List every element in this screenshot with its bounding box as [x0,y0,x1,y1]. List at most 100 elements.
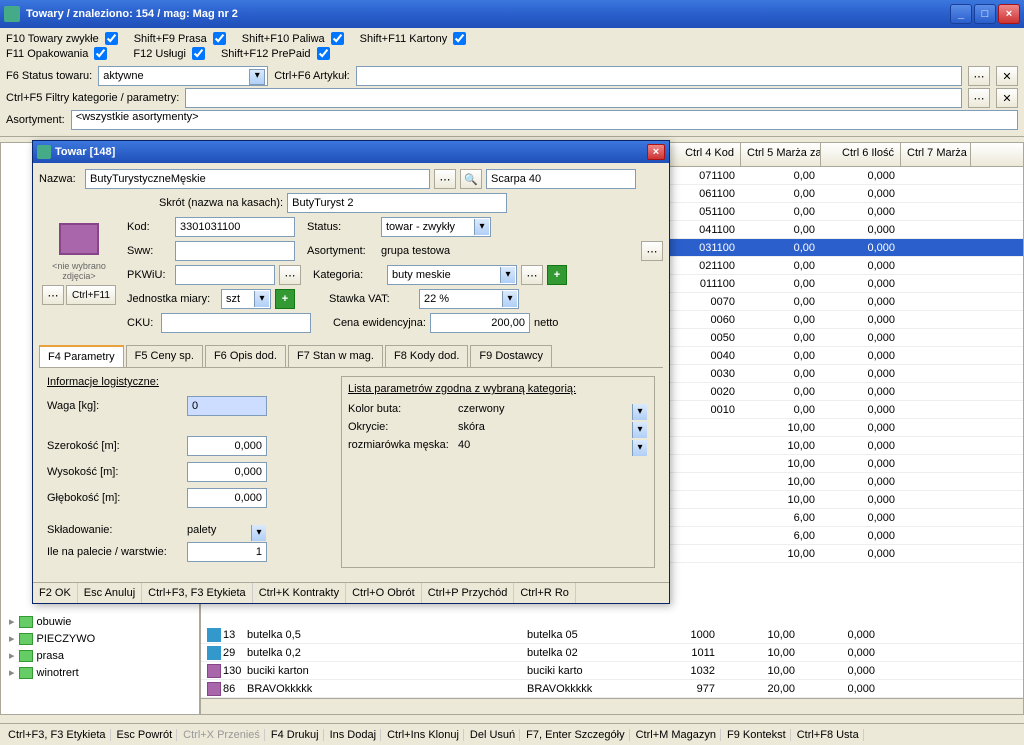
sb2[interactable]: Esc Powrót [113,729,178,741]
tree-item[interactable]: ▸prasa [1,647,199,664]
grid-row[interactable]: 130buciki kartonbuciki karto103210,000,0… [201,662,1023,680]
chk-shf11[interactable] [453,32,466,45]
tab-f6[interactable]: F6 Opis dod. [205,345,286,367]
modal-titlebar[interactable]: Towar [148] × [33,141,669,163]
lbl-status: Status: [307,221,377,233]
product-icon [59,223,99,255]
chk-shf12[interactable] [317,47,330,60]
sb8[interactable]: F7, Enter Szczegóły [522,729,629,741]
hdr-marza[interactable]: Ctrl 5 Marża zał. [741,143,821,166]
lbl-cena: Cena ewidencyjna: [333,317,426,329]
toolbar: F10 Towary zwykłe Shift+F9 Prasa Shift+F… [0,28,1024,137]
combo-sklad[interactable]: palety [187,524,267,536]
btn-kat-add[interactable]: + [547,265,567,285]
grid-row[interactable]: 13butelka 0,5butelka 05100010,000,000 [201,626,1023,644]
sb4[interactable]: F4 Drukuj [267,729,324,741]
btn-clear2[interactable]: ✕ [996,88,1018,108]
btn-asort-more[interactable]: ⋯ [641,241,663,261]
chk-shf9[interactable] [213,32,226,45]
input-szer[interactable] [187,436,267,456]
mf-ctrlf3[interactable]: Ctrl+F3, F3 Etykieta [142,583,253,603]
tree-item[interactable]: ▸obuwie [1,613,199,630]
chk-shf10[interactable] [331,32,344,45]
btn-kat-more[interactable]: ⋯ [521,265,543,285]
mf-ctrlo[interactable]: Ctrl+O Obrót [346,583,422,603]
sb7[interactable]: Del Usuń [466,729,520,741]
btn-clear[interactable]: ✕ [996,66,1018,86]
tab-f4[interactable]: F4 Parametry [39,345,124,367]
input-nazwa2[interactable] [486,169,636,189]
lbl-nazwa: Nazwa: [39,173,81,185]
hdr-marza2[interactable]: Ctrl 7 Marża [901,143,971,166]
sb1[interactable]: Ctrl+F3, F3 Etykieta [4,729,111,741]
mf-ctrlp[interactable]: Ctrl+P Przychód [422,583,515,603]
tab-f9[interactable]: F9 Dostawcy [470,345,552,367]
combo-statusT[interactable]: towar - zwykły [381,217,491,237]
main-titlebar: Towary / znaleziono: 154 / mag: Mag nr 2… [0,0,1024,28]
btn-pkwiu-more[interactable]: ⋯ [279,265,301,285]
sb6[interactable]: Ctrl+Ins Klonuj [383,729,464,741]
ctrlf11-btn[interactable]: Ctrl+F11 [66,285,116,305]
sb11[interactable]: Ctrl+F8 Usta [793,729,864,741]
btn-photo-more[interactable]: ⋯ [42,285,64,305]
chk-f10[interactable] [105,32,118,45]
modal-title-text: Towar [148] [55,146,115,158]
combo-rozm[interactable]: 40 [458,439,648,451]
modal-towar: Towar [148] × Nazwa: ⋯ 🔍 Skrót (nazwa na… [32,140,670,604]
h-params: Lista parametrów zgodna z wybraną katego… [348,383,648,395]
input-nazwa[interactable] [85,169,430,189]
hdr-ilosc[interactable]: Ctrl 6 Ilość [821,143,901,166]
search-icon[interactable]: 🔍 [460,169,482,189]
chk-f11[interactable] [94,47,107,60]
nophoto-label: <nie wybrano zdjęcia> [39,261,119,281]
input-asort[interactable]: <wszystkie asortymenty> [71,110,1018,130]
mf-f2[interactable]: F2 OK [33,583,78,603]
tab-f8[interactable]: F8 Kody dod. [385,345,468,367]
close-btn[interactable]: × [998,4,1020,24]
mf-ctrlr[interactable]: Ctrl+R Ro [514,583,576,603]
input-pkwiu[interactable] [175,265,275,285]
input-ile[interactable] [187,542,267,562]
btn-more2[interactable]: ⋯ [968,88,990,108]
mf-esc[interactable]: Esc Anuluj [78,583,142,603]
input-cku[interactable] [161,313,311,333]
lbl-f10: F10 Towary zwykłe [6,33,99,45]
input-waga[interactable] [187,396,267,416]
minimize-btn[interactable]: _ [950,4,972,24]
hdr-kod[interactable]: Ctrl 4 Kod [661,143,741,166]
lbl-ctrlf6: Ctrl+F6 Artykuł: [274,70,350,82]
tab-f7[interactable]: F7 Stan w mag. [288,345,383,367]
btn-nazwa-more[interactable]: ⋯ [434,169,456,189]
sb5[interactable]: Ins Dodaj [326,729,381,741]
mf-ctrlk[interactable]: Ctrl+K Kontrakty [253,583,346,603]
tree-item[interactable]: ▸winotrert [1,664,199,681]
combo-jm[interactable]: szt [221,289,271,309]
combo-vat[interactable]: 22 % [419,289,519,309]
tab-f5[interactable]: F5 Ceny sp. [126,345,203,367]
input-artykul[interactable] [356,66,962,86]
h-logist: Informacje logistyczne: [47,376,329,388]
chk-f12[interactable] [192,47,205,60]
sb9[interactable]: Ctrl+M Magazyn [632,729,721,741]
combo-kat[interactable]: buty meskie [387,265,517,285]
combo-okr[interactable]: skóra [458,421,648,433]
combo-kolor[interactable]: czerwony [458,403,648,415]
sb10[interactable]: F9 Kontekst [723,729,791,741]
input-filtry[interactable] [185,88,962,108]
btn-jm-add[interactable]: + [275,289,295,309]
input-kod[interactable] [175,217,295,237]
input-cena[interactable] [430,313,530,333]
maximize-btn[interactable]: □ [974,4,996,24]
grid-row[interactable]: 29butelka 0,2butelka 02101110,000,000 [201,644,1023,662]
btn-more[interactable]: ⋯ [968,66,990,86]
lbl-f6: F6 Status towaru: [6,70,92,82]
tree-item[interactable]: ▸PIECZYWO [1,630,199,647]
input-wys[interactable] [187,462,267,482]
combo-status[interactable]: aktywne [98,66,268,86]
grid-row[interactable]: 86BRAVOkkkkkBRAVOkkkkk97720,000,000 [201,680,1023,698]
hscrollbar[interactable] [201,698,1023,714]
modal-close-btn[interactable]: × [647,144,665,160]
input-skrot[interactable] [287,193,507,213]
input-sww[interactable] [175,241,295,261]
input-gleb[interactable] [187,488,267,508]
